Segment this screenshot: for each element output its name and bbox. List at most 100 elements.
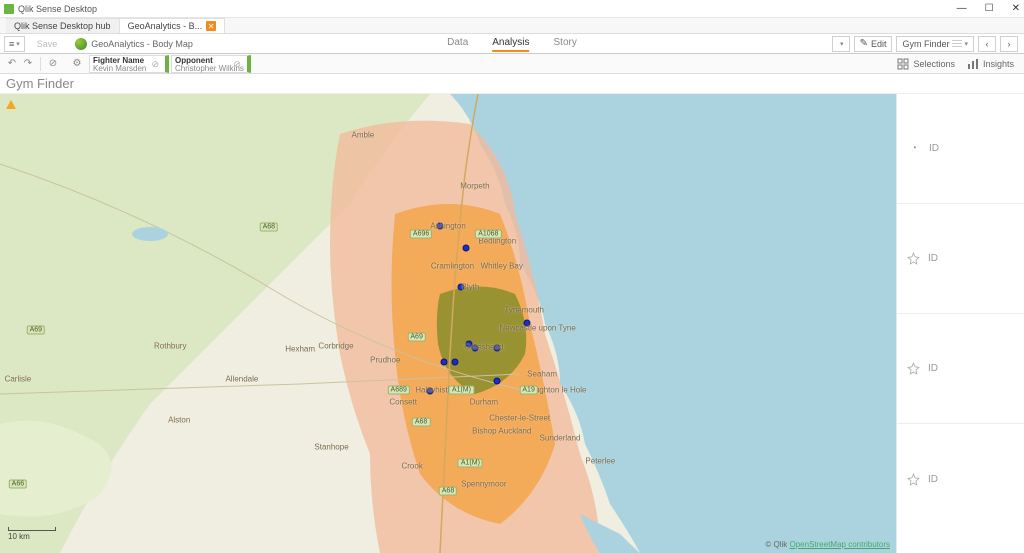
- map-city-label: Newcastle upon Tyne: [499, 324, 575, 333]
- close-button[interactable]: ✕: [1012, 3, 1020, 14]
- map-city-label: Durham: [470, 397, 498, 406]
- map-city-label: Chester-le-Street: [489, 413, 550, 422]
- map-land-layer: [0, 94, 896, 553]
- selection-chip-fighter[interactable]: Fighter Name Kevin Marsden ⊘: [89, 55, 169, 73]
- map-city-label: Prudhoe: [370, 356, 400, 365]
- selections-icon: [897, 58, 909, 70]
- tab-geoanalytics[interactable]: GeoAnalytics - B... ✕: [120, 18, 226, 33]
- selections-tool-button[interactable]: Selections: [897, 58, 955, 70]
- clear-chip-icon[interactable]: ⊘: [151, 59, 159, 70]
- map-point[interactable]: [494, 377, 501, 384]
- selections-label: Selections: [913, 59, 955, 69]
- selections-bar: ↶ ↷ ⊘ ⚙ Fighter Name Kevin Marsden ⊘ Opp…: [0, 54, 1024, 74]
- main-toolbar: ≡ Save GeoAnalytics - Body Map Data Anal…: [0, 34, 1024, 54]
- card-label: ID: [928, 253, 938, 264]
- side-card[interactable]: ID: [897, 424, 1024, 534]
- card-label: ID: [929, 143, 939, 154]
- tab-analysis[interactable]: Analysis: [492, 35, 529, 52]
- edit-label: Edit: [871, 39, 887, 49]
- map-city-label: Ashington: [430, 222, 466, 231]
- road-shield: A689: [388, 386, 410, 395]
- map-city-label: Hexham: [285, 344, 315, 353]
- bookmark-icon: [838, 43, 839, 45]
- globe-icon: [75, 38, 87, 50]
- clear-selections-button[interactable]: ⊘: [45, 56, 61, 72]
- map-city-label: Alston: [168, 415, 190, 424]
- map-viewport[interactable]: Carlisle Alston Allendale Hexham Corbrid…: [0, 94, 896, 553]
- map-city-label: Stanhope: [314, 443, 348, 452]
- edit-button[interactable]: Edit: [854, 36, 893, 52]
- window-title: Qlik Sense Desktop: [18, 4, 97, 14]
- maximize-button[interactable]: ☐: [985, 3, 994, 14]
- grid-icon: [952, 40, 962, 48]
- road-shield: A66: [9, 480, 27, 489]
- info-icon: ◔: [907, 142, 921, 156]
- bookmark-button[interactable]: ▾: [832, 36, 850, 52]
- road-shield: A19: [519, 386, 537, 395]
- insights-label: Insights: [983, 59, 1014, 69]
- side-card[interactable]: ID: [897, 314, 1024, 424]
- clear-chip-icon[interactable]: ⊘: [233, 59, 241, 70]
- attribution-link[interactable]: OpenStreetMap contributors: [790, 540, 891, 549]
- map-city-label: Seaham: [527, 369, 557, 378]
- road-shield: A696: [410, 229, 432, 238]
- warning-icon[interactable]: [6, 100, 16, 109]
- map-point[interactable]: [462, 244, 469, 251]
- minimize-button[interactable]: —: [957, 3, 967, 14]
- map-city-label: Corbridge: [318, 342, 353, 351]
- map-city-label: Consett: [389, 397, 417, 406]
- map-city-label: Whitley Bay: [481, 262, 523, 271]
- map-city-label: Sunderland: [540, 434, 581, 443]
- road-shield: A1(M): [449, 386, 474, 395]
- map-city-label: Peterlee: [585, 457, 615, 466]
- star-icon: [907, 473, 920, 486]
- tab-hub[interactable]: Qlik Sense Desktop hub: [6, 18, 120, 33]
- close-icon[interactable]: ✕: [206, 21, 216, 31]
- save-button[interactable]: Save: [27, 36, 68, 52]
- map-city-label: Blyth: [461, 282, 479, 291]
- map-point[interactable]: [441, 358, 448, 365]
- map-city-label: Carlisle: [5, 374, 32, 383]
- road-shield: A69: [407, 333, 425, 342]
- side-card[interactable]: ◔ ID: [897, 94, 1024, 204]
- side-panel: ◔ ID ID ID ID: [896, 94, 1024, 553]
- app-logo-icon: [4, 4, 14, 14]
- next-sheet-button[interactable]: ›: [1000, 36, 1018, 52]
- card-label: ID: [928, 474, 938, 485]
- road-shield: A68: [439, 487, 457, 496]
- sheet-selector[interactable]: Gym Finder ▾: [896, 36, 974, 52]
- map-city-label: Tynemouth: [504, 305, 544, 314]
- road-shield: A1(M): [458, 459, 483, 468]
- app-menu-button[interactable]: ≡: [4, 36, 25, 52]
- selection-chip-opponent[interactable]: Opponent Christopher Wilkins ⊘: [171, 55, 251, 73]
- insights-button[interactable]: Insights: [967, 58, 1014, 70]
- map-city-label: Amble: [352, 131, 375, 140]
- insights-icon: [967, 58, 979, 70]
- sheet-label: Gym Finder: [902, 39, 949, 49]
- document-tab-strip: Qlik Sense Desktop hub GeoAnalytics - B.…: [0, 18, 1024, 34]
- map-city-label: Gateshead: [464, 343, 503, 352]
- side-card[interactable]: ID: [897, 204, 1024, 314]
- window-controls: — ☐ ✕: [957, 3, 1020, 14]
- map-city-label: Morpeth: [460, 181, 489, 190]
- smart-search-button[interactable]: ⚙: [69, 56, 85, 72]
- tab-story[interactable]: Story: [554, 35, 577, 52]
- map-city-label: Cramlington: [431, 262, 474, 271]
- map-city-label: Crook: [401, 461, 422, 470]
- tab-data[interactable]: Data: [447, 35, 468, 52]
- breadcrumb: GeoAnalytics - Body Map: [91, 39, 193, 49]
- road-shield: A68: [412, 418, 430, 427]
- step-back-button[interactable]: ↶: [4, 56, 20, 72]
- scale-label: 10 km: [8, 532, 30, 541]
- map-point[interactable]: [452, 358, 459, 365]
- divider: [40, 57, 41, 71]
- window-title-bar: Qlik Sense Desktop — ☐ ✕: [0, 0, 1024, 18]
- step-forward-button[interactable]: ↷: [20, 56, 36, 72]
- main-content: Carlisle Alston Allendale Hexham Corbrid…: [0, 94, 1024, 553]
- prev-sheet-button[interactable]: ‹: [978, 36, 996, 52]
- road-shield: A1068: [475, 229, 501, 238]
- map-city-label: Spennymoor: [461, 480, 506, 489]
- map-attribution: © Qlik OpenStreetMap contributors: [765, 540, 890, 549]
- map-scale: 10 km: [8, 527, 56, 541]
- tab-label: GeoAnalytics - B...: [128, 21, 203, 31]
